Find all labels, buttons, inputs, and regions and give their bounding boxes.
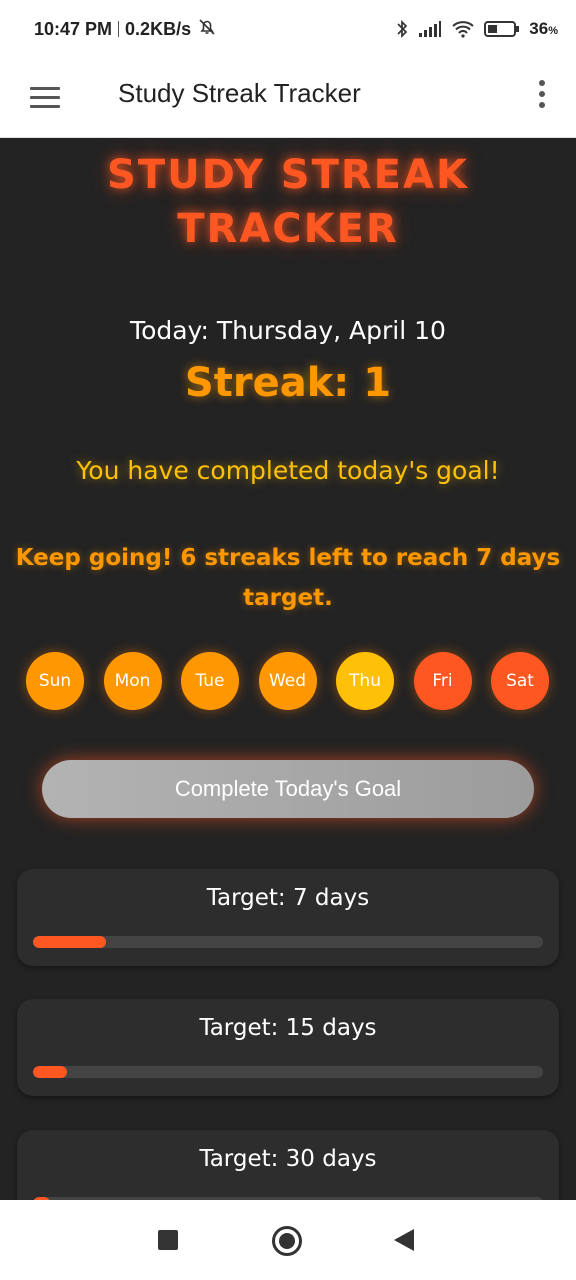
battery-icon [484,20,520,38]
status-bar: 10:47 PM 0.2KB/s 36% [0,0,576,58]
more-vert-icon[interactable] [534,80,550,114]
day-thu[interactable]: Thu [336,652,394,710]
app-bar: Study Streak Tracker [0,58,576,138]
hamburger-menu-icon[interactable] [30,83,62,113]
complete-goal-button[interactable]: Complete Today's Goal [42,760,534,818]
page-title-line1: STUDY STREAK [107,152,469,198]
app-title: Study Streak Tracker [118,78,361,108]
completed-message: You have completed today's goal! [76,456,500,485]
progress-fill [33,1066,68,1078]
day-sat[interactable]: Sat [491,652,549,710]
progress-track [33,936,543,948]
target-title: Target: 15 days [199,1015,377,1041]
progress-fill [33,936,106,948]
streak-count: Streak: 1 [184,360,392,406]
page-title: STUDY STREAK TRACKER [0,148,576,256]
battery-percent: 36% [529,19,558,38]
status-time: 10:47 PM [34,18,113,39]
today-date: Today: Thursday, April 10 [130,316,446,345]
status-divider [118,21,120,37]
bluetooth-icon [395,19,409,39]
motivation-message: Keep going! 6 streaks left to reach 7 da… [15,545,561,611]
target-title: Target: 7 days [206,885,370,911]
network-speed: 0.2KB/s [125,18,192,39]
target-card-15: Target: 15 days [17,999,559,1096]
system-nav-bar [0,1200,576,1280]
mute-bell-icon [197,17,217,42]
day-sun[interactable]: Sun [26,652,84,710]
day-wed[interactable]: Wed [258,652,317,710]
progress-track [33,1066,543,1078]
target-card-30: Target: 30 days [17,1130,559,1200]
day-tue[interactable]: Tue [181,652,239,710]
recents-square-icon[interactable] [158,1230,178,1250]
day-mon[interactable]: Mon [103,652,162,710]
target-title: Target: 30 days [199,1146,377,1172]
target-card-7: Target: 7 days [17,869,559,966]
status-left: 10:47 PM 0.2KB/s [34,17,217,42]
day-fri[interactable]: Fri [413,652,472,710]
back-triangle-icon[interactable] [394,1229,414,1251]
home-circle-icon[interactable] [272,1226,302,1256]
signal-icon [418,20,442,38]
page-title-line2: TRACKER [177,206,399,252]
wifi-icon [451,20,475,38]
main-content[interactable]: STUDY STREAK TRACKER Today: Thursday, Ap… [0,138,576,1200]
status-right: 36% [395,19,558,39]
weekday-row: Sun Mon Tue Wed Thu Fri Sat [26,652,550,710]
